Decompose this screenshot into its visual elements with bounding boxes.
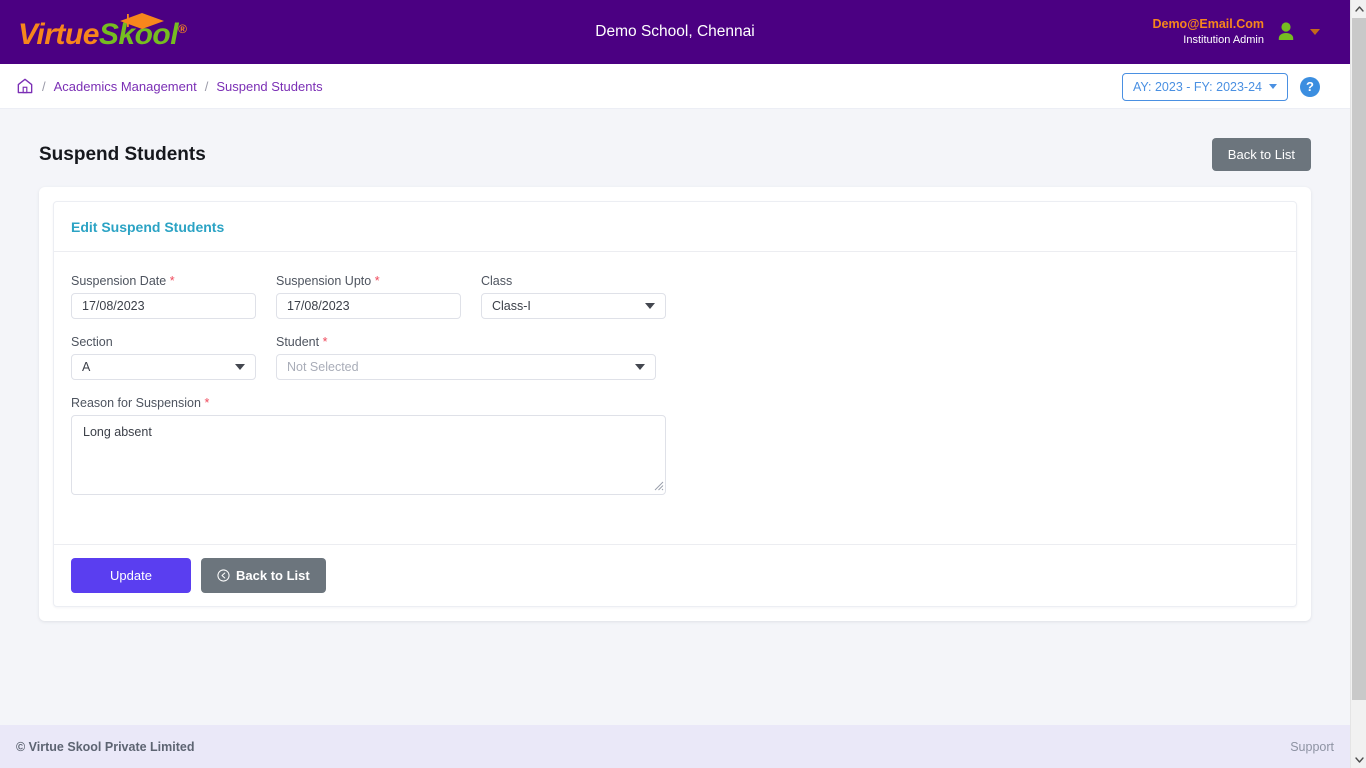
reason-textarea[interactable] xyxy=(71,415,666,495)
field-class: Class Class-I xyxy=(481,274,666,319)
form-card-title: Edit Suspend Students xyxy=(71,219,225,235)
field-reason: Reason for Suspension * xyxy=(71,396,666,495)
page-header: Suspend Students Back to List xyxy=(0,109,1350,171)
back-to-list-bottom-button[interactable]: Back to List xyxy=(201,558,326,593)
user-role: Institution Admin xyxy=(1183,34,1264,47)
class-dropdown-value: Class-I xyxy=(492,299,531,313)
page-scrollbar[interactable] xyxy=(1350,0,1366,768)
form-body: Suspension Date * Suspension Upto * xyxy=(54,252,1296,544)
breadcrumb-bar: / Academics Management / Suspend Student… xyxy=(0,64,1350,109)
app-page: VirtueSkool® Demo School, Chennai Demo@E… xyxy=(0,0,1350,768)
footer-support-link[interactable]: Support xyxy=(1290,740,1334,754)
help-button[interactable]: ? xyxy=(1300,76,1320,97)
school-title: Demo School, Chennai xyxy=(595,23,755,40)
chevron-up-icon xyxy=(1354,5,1364,12)
page-title: Suspend Students xyxy=(39,143,206,165)
form-card-header: Edit Suspend Students xyxy=(54,202,1296,252)
chevron-down-icon xyxy=(645,303,655,309)
chevron-down-icon xyxy=(235,364,245,370)
label-text: Student xyxy=(276,335,320,349)
label-text: Suspension Upto xyxy=(276,274,372,288)
field-student: Student * Not Selected xyxy=(276,335,656,380)
academic-year-selector[interactable]: AY: 2023 - FY: 2023-24 xyxy=(1121,72,1288,101)
form-row-2: Section A Student * Not Selected xyxy=(71,335,1279,380)
chevron-down-icon xyxy=(1269,84,1277,89)
label-class: Class xyxy=(481,274,513,288)
arrow-left-circle-icon xyxy=(217,569,230,582)
main-content: Suspend Students Back to List Edit Suspe… xyxy=(0,109,1350,725)
academic-year-value: AY: 2023 - FY: 2023-24 xyxy=(1132,79,1262,94)
scrollbar-up-arrow[interactable] xyxy=(1351,0,1366,17)
field-suspension-upto: Suspension Upto * xyxy=(276,274,461,319)
label-reason: Reason for Suspension * xyxy=(71,396,666,410)
back-to-list-bottom-label: Back to List xyxy=(236,568,310,583)
home-icon[interactable] xyxy=(16,77,34,95)
form-card-outer: Edit Suspend Students Suspension Date * xyxy=(39,187,1311,621)
form-card-inner: Edit Suspend Students Suspension Date * xyxy=(53,201,1297,607)
label-suspension-date: Suspension Date * xyxy=(71,274,256,288)
student-dropdown[interactable]: Not Selected xyxy=(276,354,656,380)
section-dropdown-value: A xyxy=(82,360,91,374)
form-actions: Update Back to List xyxy=(54,544,1296,606)
student-dropdown-placeholder: Not Selected xyxy=(287,360,359,374)
required-asterisk: * xyxy=(204,396,210,410)
label-section: Section xyxy=(71,335,113,349)
breadcrumb-actions: AY: 2023 - FY: 2023-24 ? xyxy=(1121,64,1320,109)
class-dropdown[interactable]: Class-I xyxy=(481,293,666,319)
chevron-down-icon xyxy=(635,364,645,370)
field-suspension-date: Suspension Date * xyxy=(71,274,256,319)
breadcrumb-separator-2: / xyxy=(204,78,209,94)
reason-textarea-wrapper xyxy=(71,415,666,495)
user-menu[interactable]: Demo@Email.Com Institution Admin xyxy=(1152,0,1320,64)
label-suspension-upto: Suspension Upto * xyxy=(276,274,461,288)
form-row-1: Suspension Date * Suspension Upto * xyxy=(71,274,1279,319)
page-footer: © Virtue Skool Private Limited Support xyxy=(0,725,1350,768)
suspension-upto-input[interactable] xyxy=(276,293,461,319)
required-asterisk: * xyxy=(322,335,328,349)
required-asterisk: * xyxy=(169,274,175,288)
back-to-list-top-button[interactable]: Back to List xyxy=(1211,138,1311,171)
scrollbar-thumb[interactable] xyxy=(1352,18,1366,700)
user-info: Demo@Email.Com Institution Admin xyxy=(1152,16,1264,48)
section-dropdown[interactable]: A xyxy=(71,354,256,380)
scrollbar-down-arrow[interactable] xyxy=(1351,751,1366,768)
field-section: Section A xyxy=(71,335,256,380)
top-header-bar: VirtueSkool® Demo School, Chennai Demo@E… xyxy=(0,0,1350,64)
browser-viewport: VirtueSkool® Demo School, Chennai Demo@E… xyxy=(0,0,1366,768)
breadcrumb: / Academics Management / Suspend Student… xyxy=(16,77,323,95)
label-student: Student * xyxy=(276,335,656,349)
breadcrumb-item-suspend-students[interactable]: Suspend Students xyxy=(216,79,322,94)
user-email: Demo@Email.Com xyxy=(1152,17,1264,32)
user-avatar-icon[interactable] xyxy=(1274,20,1298,44)
required-asterisk: * xyxy=(374,274,380,288)
label-text: Reason for Suspension xyxy=(71,396,201,410)
chevron-down-icon[interactable] xyxy=(1310,29,1320,35)
update-button[interactable]: Update xyxy=(71,558,191,593)
suspension-date-input[interactable] xyxy=(71,293,256,319)
breadcrumb-separator-1: / xyxy=(42,78,46,94)
chevron-down-icon xyxy=(1354,756,1364,763)
label-text: Suspension Date xyxy=(71,274,167,288)
form-row-3: Reason for Suspension * xyxy=(71,396,1279,495)
breadcrumb-item-academics-management[interactable]: Academics Management xyxy=(54,79,197,94)
footer-copyright: © Virtue Skool Private Limited xyxy=(16,739,195,754)
